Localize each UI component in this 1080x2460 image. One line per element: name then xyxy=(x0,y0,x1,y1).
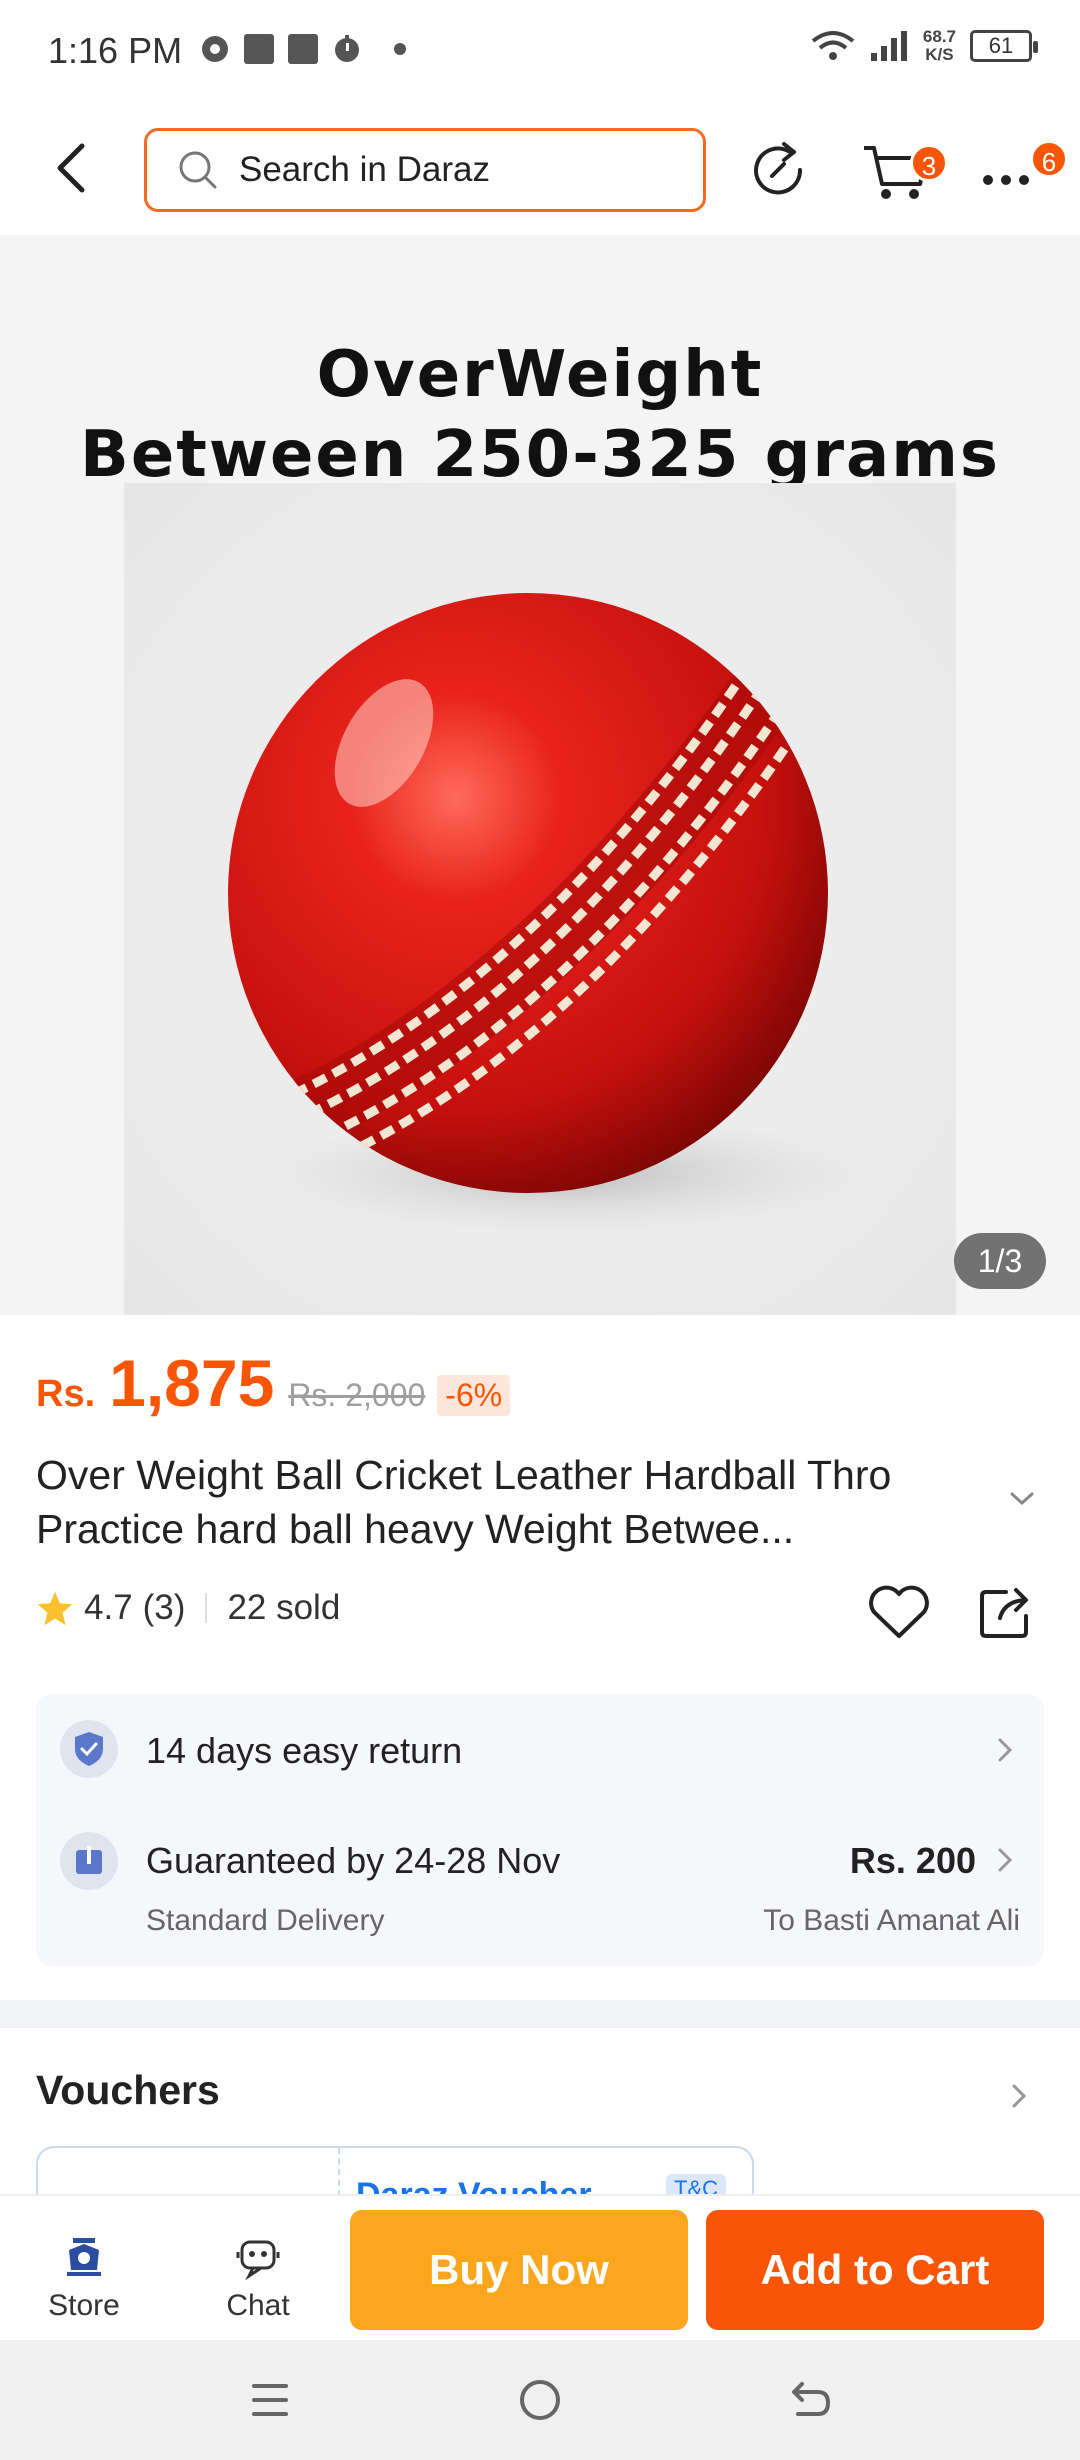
delivery-location: To Basti Amanat Ali xyxy=(763,1904,1020,1937)
share-icon[interactable] xyxy=(976,1582,1036,1642)
signal-icon xyxy=(870,31,907,61)
rating-count: (3) xyxy=(142,1588,186,1627)
wishlist-heart-icon[interactable] xyxy=(866,1582,932,1642)
rating-value: 4.7 xyxy=(84,1588,133,1627)
service-card: 14 days easy return Guaranteed by 24-28 … xyxy=(36,1694,1044,1966)
system-nav-bar xyxy=(0,2340,1080,2460)
network-speed-value: 68.7 xyxy=(922,27,956,46)
price-row: Rs. 1,875 Rs. 2,000 -6% xyxy=(36,1345,511,1421)
original-price: Rs. 2,000 xyxy=(288,1377,426,1413)
status-time: 1:16 PM xyxy=(48,30,183,71)
history-icon[interactable] xyxy=(740,132,816,208)
delivery-row[interactable]: Guaranteed by 24-28 Nov Standard Deliver… xyxy=(36,1804,1044,1966)
bottom-action-bar: Store Chat Buy Now Add to Cart xyxy=(0,2194,1080,2340)
chevron-right-icon xyxy=(998,1848,1013,1872)
rating-row[interactable]: 4.7 (3) 22 sold xyxy=(36,1588,340,1628)
current-price: 1,875 xyxy=(109,1346,275,1420)
home-icon[interactable] xyxy=(510,2370,570,2430)
price-currency: Rs. xyxy=(36,1373,96,1415)
chat-button[interactable]: Chat xyxy=(198,2236,318,2323)
star-icon xyxy=(37,1591,73,1626)
battery-icon: 61 xyxy=(970,30,1038,62)
chat-bot-icon xyxy=(236,2240,280,2281)
vouchers-title: Vouchers xyxy=(36,2067,220,2113)
chrome-icon xyxy=(202,36,228,62)
back-nav-icon[interactable] xyxy=(780,2370,840,2430)
store-button[interactable]: Store xyxy=(24,2236,144,2323)
delivery-guarantee: Guaranteed by 24-28 Nov xyxy=(146,1840,561,1881)
wifi-icon xyxy=(811,31,855,60)
discount-badge: -6% xyxy=(437,1375,511,1416)
cricket-ball-image xyxy=(228,593,864,1233)
add-to-cart-button[interactable]: Add to Cart xyxy=(706,2210,1044,2330)
more-badge: 6 xyxy=(1030,140,1068,178)
back-icon[interactable] xyxy=(44,138,104,198)
delivery-type: Standard Delivery xyxy=(146,1904,385,1937)
more-icon xyxy=(983,175,1029,185)
more-button[interactable]: 6 xyxy=(978,132,1068,212)
chevron-right-icon xyxy=(998,1738,1013,1762)
search-placeholder: Search in Daraz xyxy=(239,150,490,189)
chat-label: Chat xyxy=(226,2289,290,2322)
delivery-fee: Rs. 200 xyxy=(849,1840,976,1881)
store-logo-icon xyxy=(67,2238,101,2276)
status-right: 68.7 K/S 61 xyxy=(811,28,1038,64)
more-notifications-icon xyxy=(394,43,406,55)
recent-apps-icon[interactable] xyxy=(240,2370,300,2430)
timer-icon xyxy=(335,35,359,62)
delivery-box-icon xyxy=(60,1832,118,1890)
return-policy-row[interactable]: 14 days easy return xyxy=(36,1694,1044,1804)
app-notification-icon xyxy=(244,34,274,64)
chevron-down-icon[interactable] xyxy=(1002,1478,1042,1518)
vouchers-chevron-right-icon[interactable] xyxy=(1006,2078,1032,2114)
search-input[interactable]: Search in Daraz xyxy=(144,128,706,212)
rating-divider xyxy=(205,1593,208,1623)
gallery-caption-line1: OverWeight xyxy=(316,338,764,412)
return-policy-text: 14 days easy return xyxy=(146,1730,463,1771)
cart-badge: 3 xyxy=(910,144,948,182)
product-title: Over Weight Ball Cricket Leather Hardbal… xyxy=(36,1452,892,1552)
notification-icons xyxy=(200,34,406,64)
shield-check-icon xyxy=(60,1720,118,1778)
gallery-notification-icon xyxy=(288,34,318,64)
network-speed: 68.7 K/S xyxy=(923,28,956,64)
gallery-caption: OverWeight Between 250-325 grams xyxy=(0,335,1080,495)
buy-now-button[interactable]: Buy Now xyxy=(350,2210,688,2330)
section-divider xyxy=(0,2000,1080,2028)
status-bar: 1:16 PM 68.7 K/S 61 xyxy=(0,0,1080,110)
cart-button[interactable]: 3 xyxy=(858,132,948,212)
sold-count: 22 sold xyxy=(227,1588,341,1627)
product-photo xyxy=(124,483,956,1315)
search-icon xyxy=(179,151,217,189)
store-label: Store xyxy=(48,2289,120,2322)
gallery-counter: 1/3 xyxy=(954,1233,1046,1289)
top-header: Search in Daraz 3 6 xyxy=(0,110,1080,235)
product-gallery[interactable]: OverWeight Between 250-325 grams 1/3 xyxy=(0,235,1080,1315)
network-speed-unit: K/S xyxy=(925,45,954,64)
